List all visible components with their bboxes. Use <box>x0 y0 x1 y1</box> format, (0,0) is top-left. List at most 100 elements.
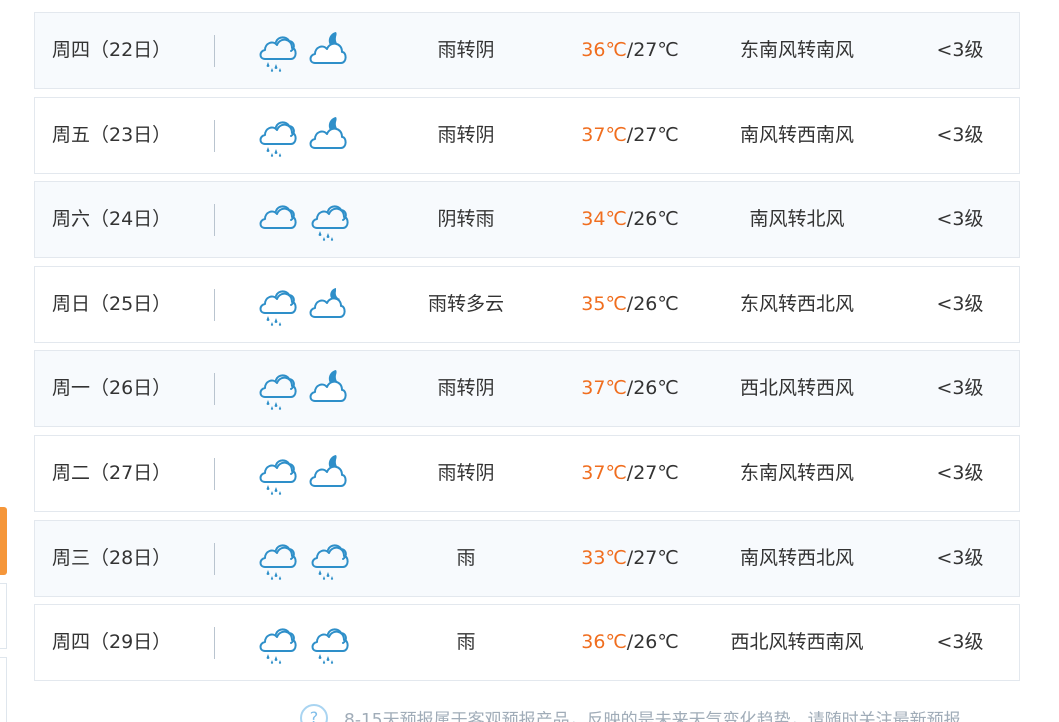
wind-level: <3级 <box>936 546 984 569</box>
condition-text: 雨 <box>456 546 476 569</box>
forecast-list: 周四（22日） 雨转阴 36℃/27℃ 东南风转南风 <3级 周五（23日） 雨转阴 37℃/… <box>34 12 1020 689</box>
low-temp: /27℃ <box>626 39 679 61</box>
weather-icons <box>254 28 354 72</box>
weather-icons <box>254 113 354 157</box>
condition-text: 雨转阴 <box>437 123 495 146</box>
rain-cloud-icon <box>254 620 298 664</box>
low-temp: /27℃ <box>626 123 679 146</box>
temperature: 37℃/27℃ <box>555 98 705 173</box>
wind-direction: 西北风转西风 <box>739 377 854 400</box>
high-temp: 36℃ <box>581 39 627 61</box>
high-temp: 37℃ <box>581 377 627 400</box>
rain-cloud-icon <box>254 113 298 157</box>
wind-level: <3级 <box>936 292 984 315</box>
rain-cloud-icon <box>254 536 298 580</box>
weather-icons <box>254 197 354 241</box>
wind-level: <3级 <box>936 123 984 146</box>
day-label: 周一（26日） <box>52 377 172 400</box>
forecast-row: 周二（27日） 雨转阴 37℃/27℃ 东南风转西风 <3级 <box>34 434 1020 512</box>
rain-cloud-icon <box>306 536 350 580</box>
overcast-cloud-icon <box>254 197 298 241</box>
forecast-note-text: 8-15天预报属于客观预报产品，反映的是未来天气变化趋势，请随时关注最新预报 <box>344 710 961 722</box>
forecast-note: ? 8-15天预报属于客观预报产品，反映的是未来天气变化趋势，请随时关注最新预报 <box>300 704 961 722</box>
high-temp: 36℃ <box>581 631 627 654</box>
condition-text: 雨转阴 <box>437 461 495 484</box>
temperature: 37℃/26℃ <box>555 351 705 426</box>
wind-level: <3级 <box>936 631 984 654</box>
side-panel-edge <box>0 657 7 722</box>
wind-direction: 南风转北风 <box>749 208 845 231</box>
forecast-row: 周日（25日） 雨转多云 35℃/26℃ 东风转西北风 <3级 <box>34 265 1020 343</box>
divider <box>214 457 215 490</box>
weather-icons <box>254 451 354 495</box>
day-label: 周日（25日） <box>52 292 172 315</box>
condition-text: 雨 <box>456 631 476 654</box>
help-icon[interactable]: ? <box>300 704 328 722</box>
wind-level: <3级 <box>936 208 984 231</box>
weather-icons <box>254 282 354 326</box>
divider <box>214 288 215 321</box>
divider <box>214 204 215 237</box>
weather-icons <box>254 366 354 411</box>
forecast-row: 周一（26日） 雨转阴 37℃/26℃ 西北风转西风 <3级 <box>34 350 1020 428</box>
rain-cloud-icon <box>254 28 298 72</box>
overcast-night-icon <box>306 28 350 72</box>
side-tab-active[interactable] <box>0 507 7 575</box>
day-label: 周四（29日） <box>52 631 172 654</box>
divider <box>214 373 215 406</box>
high-temp: 37℃ <box>581 123 627 146</box>
day-label: 周五（23日） <box>52 123 172 146</box>
day-label: 周六（24日） <box>52 208 172 231</box>
rain-cloud-icon <box>254 451 298 495</box>
forecast-row: 周四（22日） 雨转阴 36℃/27℃ 东南风转南风 <3级 <box>34 12 1020 89</box>
divider <box>214 627 215 660</box>
condition-text: 雨转阴 <box>437 377 495 400</box>
wind-direction: 东南风转西风 <box>739 461 854 484</box>
wind-direction: 东南风转南风 <box>739 39 854 61</box>
forecast-row: 周五（23日） 雨转阴 37℃/27℃ 南风转西南风 <3级 <box>34 96 1020 174</box>
forecast-row: 周六（24日） 阴转雨 34℃/26℃ 南风转北风 <3级 <box>34 181 1020 259</box>
wind-direction: 南风转西南风 <box>739 123 854 146</box>
temperature: 35℃/26℃ <box>555 267 705 342</box>
temperature: 36℃/26℃ <box>555 605 705 680</box>
rain-cloud-icon <box>254 366 298 411</box>
forecast-page: 周四（22日） 雨转阴 36℃/27℃ 东南风转南风 <3级 周五（23日） 雨转阴 37℃/… <box>0 0 1059 722</box>
rain-cloud-icon <box>254 282 298 326</box>
day-label: 周三（28日） <box>52 546 172 569</box>
rain-cloud-icon <box>306 197 350 241</box>
divider <box>214 542 215 575</box>
high-temp: 35℃ <box>581 292 627 315</box>
forecast-row: 周四（29日） 雨 36℃/26℃ 西北风转西南风 <3级 <box>34 604 1020 682</box>
condition-text: 雨转阴 <box>437 39 495 61</box>
temperature: 34℃/26℃ <box>555 182 705 257</box>
wind-level: <3级 <box>936 377 984 400</box>
wind-direction: 西北风转西南风 <box>730 631 864 654</box>
high-temp: 37℃ <box>581 461 627 484</box>
temperature: 36℃/27℃ <box>555 13 705 88</box>
wind-direction: 东风转西北风 <box>739 292 854 315</box>
condition-text: 阴转雨 <box>437 208 495 231</box>
condition-text: 雨转多云 <box>427 292 504 315</box>
temperature: 37℃/27℃ <box>555 436 705 511</box>
low-temp: /27℃ <box>626 461 679 484</box>
day-label: 周二（27日） <box>52 461 172 484</box>
wind-level: <3级 <box>936 461 984 484</box>
wind-level: <3级 <box>936 39 984 61</box>
divider <box>214 119 215 152</box>
wind-direction: 南风转西北风 <box>739 546 854 569</box>
low-temp: /26℃ <box>626 377 679 400</box>
cloudy-night-icon <box>306 282 350 326</box>
divider <box>214 35 215 67</box>
overcast-night-icon <box>306 451 350 495</box>
high-temp: 33℃ <box>581 546 627 569</box>
temperature: 33℃/27℃ <box>555 521 705 596</box>
low-temp: /26℃ <box>626 631 679 654</box>
high-temp: 34℃ <box>581 208 627 231</box>
day-label: 周四（22日） <box>52 39 172 61</box>
overcast-night-icon <box>306 113 350 157</box>
low-temp: /26℃ <box>626 208 679 231</box>
weather-icons <box>254 620 354 664</box>
low-temp: /26℃ <box>626 292 679 315</box>
forecast-row: 周三（28日） 雨 33℃/27℃ 南风转西北风 <3级 <box>34 519 1020 597</box>
overcast-night-icon <box>306 366 350 410</box>
